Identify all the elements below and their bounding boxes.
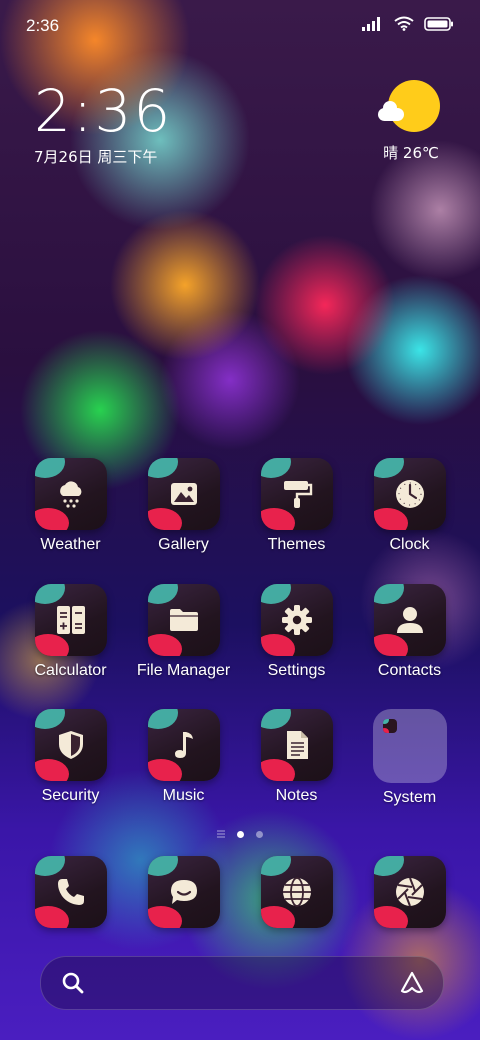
app-gallery[interactable]: Gallery [127,458,240,554]
camera-aperture-icon [395,877,424,907]
app-label: Security [41,787,100,804]
page-dot [256,830,263,838]
shield-icon [58,731,83,759]
app-weather[interactable]: Weather [14,458,127,554]
app-label: Themes [267,536,326,553]
message-icon [170,880,197,904]
browser-app-icon[interactable] [260,856,333,928]
app-label: File Manager [136,662,231,679]
settings-app-icon[interactable] [260,584,333,656]
folder-icon [169,609,198,631]
weather-widget[interactable]: 晴 26℃ [376,80,446,163]
app-label: Music [162,787,205,804]
page-list-icon [217,830,225,838]
page-indicator[interactable] [0,830,480,838]
music-note-icon [174,732,193,758]
app-label: Calculator [34,662,107,679]
folder-group-icon[interactable] [372,709,447,783]
weather-app-icon[interactable] [34,458,107,530]
app-settings[interactable]: Settings [240,584,353,680]
notes-app-icon[interactable] [260,709,333,781]
image-icon [170,483,197,505]
app-label: System [382,789,437,806]
app-themes[interactable]: Themes [240,458,353,554]
dock-browser[interactable] [240,856,353,928]
person-icon [396,607,423,633]
gear-icon [281,605,312,635]
app-notes[interactable]: Notes [240,709,353,805]
music-app-icon[interactable] [147,709,220,781]
gallery-app-icon[interactable] [147,458,220,530]
document-icon [286,731,308,759]
themes-app-icon[interactable] [260,458,333,530]
folder-mini-app-icon [382,719,397,733]
status-icons [362,16,454,31]
app-label: Contacts [377,662,442,679]
app-label: Weather [40,536,101,553]
dock-camera[interactable] [353,856,466,928]
calculator-icon [56,606,85,634]
weather-widget-text: 晴 26℃ [376,142,446,163]
contacts-app-icon[interactable] [373,584,446,656]
status-bar: 2:36 [0,0,480,50]
app-folder-system[interactable]: System [353,709,466,807]
app-label: Settings [267,662,326,679]
sunny-cloud-icon [378,80,440,132]
app-security[interactable]: Security [14,709,127,805]
dock-messages[interactable] [127,856,240,928]
phone-icon [57,879,84,905]
paint-roller-icon [283,481,312,508]
app-label: Gallery [158,536,209,553]
app-clock[interactable]: Clock [353,458,466,554]
messages-app-icon[interactable] [147,856,220,928]
app-label: Notes [275,787,318,804]
app-calculator[interactable]: Calculator [14,584,127,680]
wifi-icon [394,16,414,31]
clock-app-icon[interactable] [373,458,446,530]
app-label: Clock [389,536,430,553]
page-dot-active [237,830,244,838]
phone-app-icon[interactable] [34,856,107,928]
search-bar[interactable] [40,956,444,1010]
browser-globe-icon [282,877,311,907]
camera-app-icon[interactable] [373,856,446,928]
app-contacts[interactable]: Contacts [353,584,466,680]
battery-icon [424,16,453,31]
weather-condition: 晴 [383,144,399,162]
dock-phone[interactable] [14,856,127,928]
cloud-snow-icon [59,481,81,508]
file-manager-app-icon[interactable] [147,584,220,656]
app-file-manager[interactable]: File Manager [127,584,240,680]
clock-icon [395,480,424,508]
app-music[interactable]: Music [127,709,240,805]
status-time: 2:36 [26,16,60,35]
weather-temperature: 26℃ [402,144,439,162]
assistant-icon[interactable] [399,970,425,996]
calculator-app-icon[interactable] [34,584,107,656]
search-icon[interactable] [61,971,85,995]
clock-widget-time[interactable]: 2:36 [34,82,172,140]
security-app-icon[interactable] [34,709,107,781]
clock-widget-date: 7月26日 周三下午 [34,148,158,166]
signal-icon [362,16,380,31]
